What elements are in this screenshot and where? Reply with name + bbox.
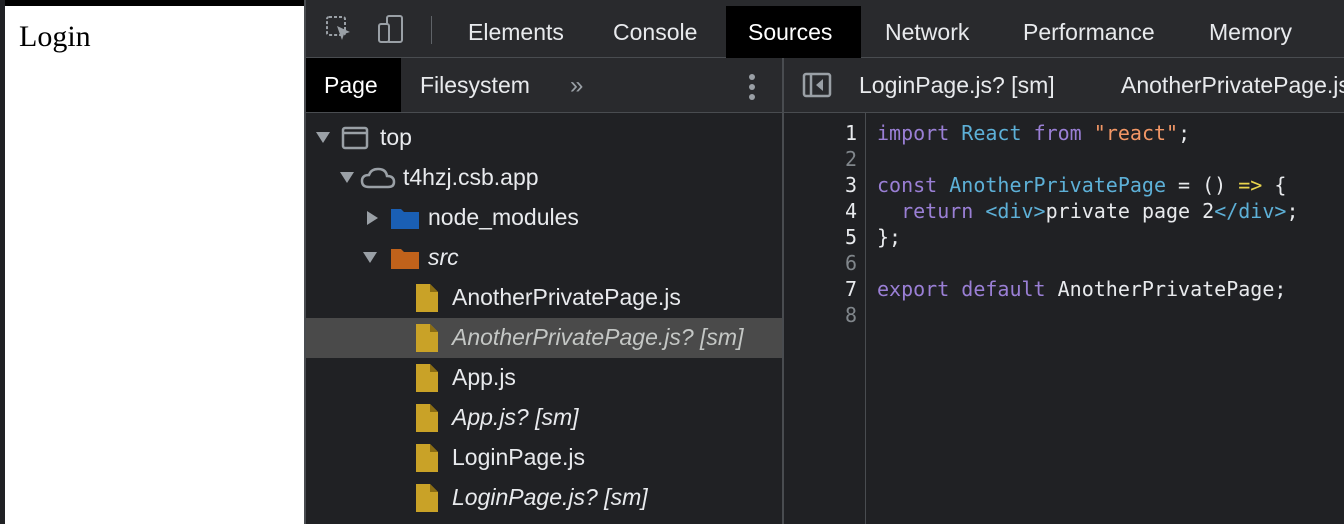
tab-sources[interactable]: Sources <box>726 6 861 58</box>
tree-item-domain[interactable]: t4hzj.csb.app <box>306 158 782 198</box>
tree-label: LoginPage.js? [sm] <box>452 484 648 510</box>
line-number-gutter: 1 2 3 4 5 6 7 8 <box>784 113 866 524</box>
code-token: ; <box>1178 121 1191 145</box>
tree-label: node_modules <box>428 204 579 230</box>
line-number: 8 <box>844 303 857 327</box>
code-token: AnotherPrivatePage; <box>1057 277 1287 301</box>
code-token: <div> <box>985 199 1046 223</box>
toolbar-separator <box>431 16 432 44</box>
editor-tabs: LoginPage.js? [sm] AnotherPrivatePage.js <box>784 58 1344 113</box>
code-token: </div> <box>1214 199 1287 223</box>
folder-icon <box>391 209 419 229</box>
code-line-4: return <div>private page 2</div>; <box>877 199 1298 223</box>
tab-memory[interactable]: Memory <box>1187 6 1314 58</box>
code-token: export <box>877 277 950 301</box>
inspect-element-icon[interactable] <box>324 14 354 44</box>
tab-filesystem[interactable]: Filesystem <box>402 58 548 112</box>
line-number: 4 <box>844 199 857 223</box>
file-icon <box>416 364 438 392</box>
code-token: = () <box>1166 173 1239 197</box>
tree-label: LoginPage.js <box>452 444 585 470</box>
file-icon <box>416 484 438 512</box>
devtools-toolbar: Elements Console Sources Network Perform… <box>306 0 1344 58</box>
code-token: default <box>961 277 1046 301</box>
cloud-icon <box>360 167 396 189</box>
tree-label: src <box>428 244 459 270</box>
tree-item-file-selected[interactable]: AnotherPrivatePage.js? [sm] <box>306 318 782 358</box>
navigator-tabs: Page Filesystem » <box>306 58 782 113</box>
device-toolbar-icon[interactable] <box>376 14 406 44</box>
code-line-3: const AnotherPrivatePage = () => { <box>877 173 1286 197</box>
code-token: from <box>1033 121 1082 145</box>
code-editor: LoginPage.js? [sm] AnotherPrivatePage.js… <box>784 58 1344 524</box>
file-icon <box>416 444 438 472</box>
expand-arrow-icon[interactable] <box>316 132 330 143</box>
code-line-1: import React from "react"; <box>877 121 1190 145</box>
code-token: return <box>901 199 974 223</box>
line-number: 7 <box>844 277 857 301</box>
page-heading: Login <box>19 20 91 53</box>
collapse-arrow-icon[interactable] <box>367 211 378 225</box>
tab-performance[interactable]: Performance <box>1001 6 1177 58</box>
tab-elements[interactable]: Elements <box>446 6 586 58</box>
tree-item-file[interactable]: App.js? [sm] <box>306 398 782 438</box>
line-number: 1 <box>844 121 857 145</box>
code-token: private page 2 <box>1045 199 1215 223</box>
code-token: { <box>1262 173 1287 197</box>
tree-label: App.js <box>452 364 516 390</box>
code-line-7: export default AnotherPrivatePage; <box>877 277 1286 301</box>
folder-icon <box>391 249 419 269</box>
code-token: "react" <box>1093 121 1179 145</box>
tab-network[interactable]: Network <box>863 6 991 58</box>
tree-label: AnotherPrivatePage.js? [sm] <box>452 324 744 350</box>
tree-label: top <box>380 124 412 150</box>
tree-label: t4hzj.csb.app <box>403 164 539 190</box>
editor-tab-loginpage[interactable]: LoginPage.js? [sm] <box>859 58 1055 112</box>
file-icon <box>416 324 438 352</box>
tree-label: App.js? [sm] <box>452 404 579 430</box>
code-token: => <box>1238 173 1263 197</box>
tree-item-node-modules[interactable]: node_modules <box>306 198 782 238</box>
tab-page[interactable]: Page <box>306 58 401 112</box>
toggle-navigator-icon[interactable] <box>802 72 832 98</box>
line-number: 3 <box>844 173 857 197</box>
expand-arrow-icon[interactable] <box>363 252 377 263</box>
page-viewport: Login <box>5 6 304 524</box>
more-tabs-icon[interactable]: » <box>570 72 583 100</box>
line-number: 5 <box>844 225 857 249</box>
devtools-panel: Elements Console Sources Network Perform… <box>306 0 1344 524</box>
code-token: React <box>961 121 1022 145</box>
tab-console[interactable]: Console <box>591 6 719 58</box>
file-icon <box>416 404 438 432</box>
code-token: AnotherPrivatePage <box>949 173 1167 197</box>
code-token: const <box>877 173 938 197</box>
editor-tab-anotherprivatepage[interactable]: AnotherPrivatePage.js <box>1121 58 1344 112</box>
line-number: 2 <box>844 147 857 171</box>
code-token: ; <box>1286 199 1299 223</box>
tree-item-file[interactable]: LoginPage.js? [sm] <box>306 478 782 518</box>
tree-item-top[interactable]: top <box>306 118 782 158</box>
tree-label: AnotherPrivatePage.js <box>452 284 681 310</box>
more-options-icon[interactable] <box>746 72 758 102</box>
tree-item-src[interactable]: src <box>306 238 782 278</box>
tree-item-file[interactable]: AnotherPrivatePage.js <box>306 278 782 318</box>
sources-navigator: Page Filesystem » top t4hzj.csb.app node… <box>306 58 782 524</box>
file-icon <box>416 284 438 312</box>
line-number: 6 <box>844 251 857 275</box>
frame-icon <box>341 126 369 150</box>
expand-arrow-icon[interactable] <box>340 172 354 183</box>
code-token: }; <box>877 225 902 249</box>
tree-item-file[interactable]: LoginPage.js <box>306 438 782 478</box>
code-line-5: }; <box>877 225 901 249</box>
tree-item-file[interactable]: App.js <box>306 358 782 398</box>
code-token: import <box>877 121 950 145</box>
